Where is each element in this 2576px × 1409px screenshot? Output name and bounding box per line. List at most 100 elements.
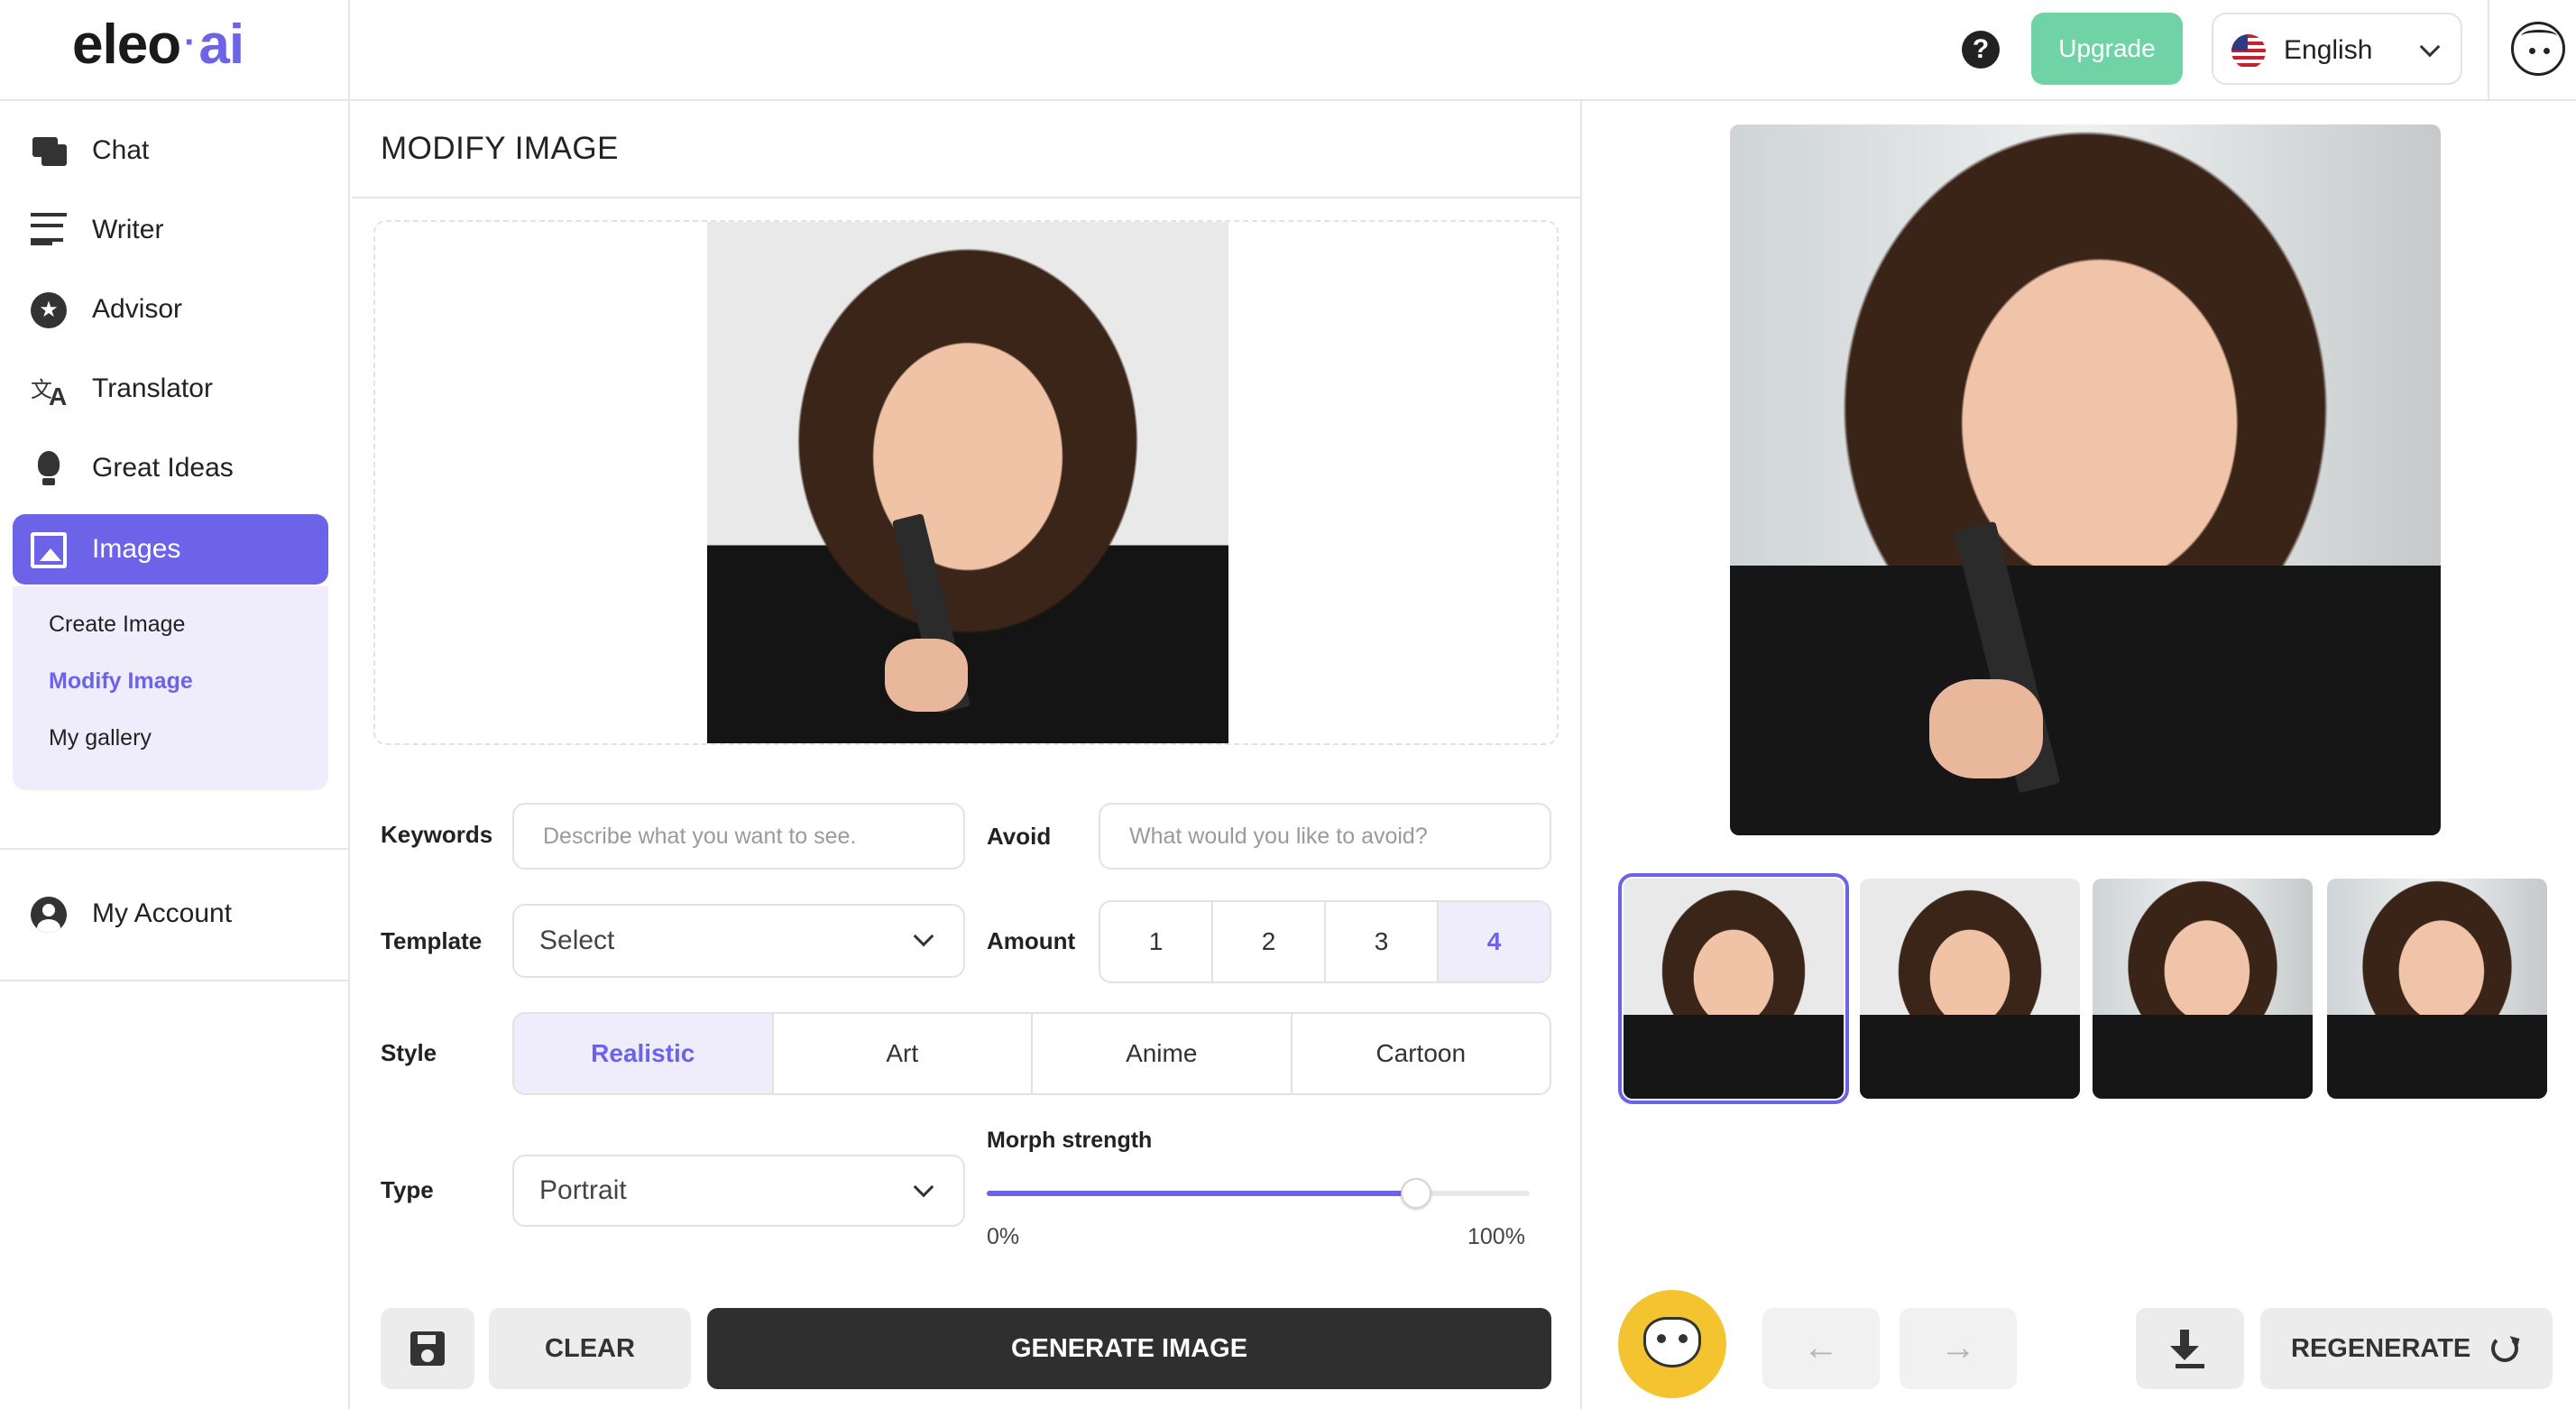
sidebar: Chat Writer Advisor Translator Great Ide… xyxy=(0,101,350,1409)
images-submenu: Create Image Modify Image My gallery xyxy=(13,586,328,790)
chat-icon xyxy=(31,134,67,170)
logo-area: eleo ·ai xyxy=(0,0,350,101)
sidebar-item-advisor[interactable]: Advisor xyxy=(13,274,328,345)
style-option[interactable]: Art xyxy=(774,1014,1033,1093)
clear-button[interactable]: CLEAR xyxy=(489,1308,691,1389)
amount-option[interactable]: 3 xyxy=(1326,902,1439,981)
submenu-modify-image[interactable]: Modify Image xyxy=(49,668,193,695)
amount-label: Amount xyxy=(987,927,1076,954)
sidebar-item-images[interactable]: Images xyxy=(13,514,328,585)
next-image-button[interactable]: → xyxy=(1900,1308,2017,1389)
hand xyxy=(1928,678,2043,778)
result-thumbnail-selected[interactable] xyxy=(1618,873,1849,1104)
shirt xyxy=(1730,565,2441,835)
morph-strength-label: Morph strength xyxy=(987,1128,1153,1153)
style-option[interactable]: Cartoon xyxy=(1293,1014,1550,1093)
sidebar-divider xyxy=(0,848,350,850)
download-icon xyxy=(2170,1330,2199,1360)
morph-strength-slider[interactable] xyxy=(987,1178,1530,1209)
regenerate-label: REGENERATE xyxy=(2291,1334,2471,1363)
lightbulb-icon xyxy=(31,451,67,487)
keywords-label: Keywords xyxy=(381,821,493,848)
logo-text: eleo xyxy=(72,14,181,76)
amount-option[interactable]: 1 xyxy=(1100,902,1213,981)
logo-ai: ai xyxy=(198,14,244,76)
sidebar-divider xyxy=(0,980,350,981)
style-option-selected[interactable]: Realistic xyxy=(514,1014,774,1093)
amount-selector: 1 2 3 4 xyxy=(1099,900,1551,983)
shirt xyxy=(2093,1015,2313,1099)
page-title: MODIFY IMAGE xyxy=(381,131,619,166)
hand xyxy=(884,639,968,713)
sidebar-item-label: Translator xyxy=(92,373,213,403)
logo-dot: · xyxy=(184,23,196,62)
slider-thumb[interactable] xyxy=(1400,1178,1431,1209)
writer-icon xyxy=(31,213,67,249)
sidebar-item-label: Writer xyxy=(92,215,164,244)
panel-divider xyxy=(1580,101,1582,1409)
account-icon xyxy=(31,897,67,933)
amount-option[interactable]: 2 xyxy=(1213,902,1326,981)
sidebar-item-label: Great Ideas xyxy=(92,453,234,483)
help-icon[interactable]: ? xyxy=(1962,31,2000,69)
sidebar-item-writer[interactable]: Writer xyxy=(13,195,328,265)
upgrade-button[interactable]: Upgrade xyxy=(2031,13,2183,85)
template-label: Template xyxy=(381,927,483,954)
source-image xyxy=(707,222,1228,743)
style-option[interactable]: Anime xyxy=(1033,1014,1293,1093)
sidebar-item-label: Chat xyxy=(92,135,150,165)
avoid-label: Avoid xyxy=(987,823,1052,850)
advisor-icon xyxy=(31,292,67,328)
submenu-create-image[interactable]: Create Image xyxy=(49,612,185,638)
result-thumbnail[interactable] xyxy=(2327,879,2547,1099)
result-image xyxy=(1730,124,2441,835)
sidebar-item-label: My Account xyxy=(92,898,233,928)
sidebar-item-great-ideas[interactable]: Great Ideas xyxy=(13,433,328,503)
download-icon-base xyxy=(2176,1364,2204,1368)
save-button[interactable] xyxy=(381,1308,474,1389)
save-icon xyxy=(410,1331,445,1366)
submenu-my-gallery[interactable]: My gallery xyxy=(49,725,152,751)
sidebar-item-label: Images xyxy=(92,534,181,564)
translator-icon xyxy=(31,372,67,411)
shirt xyxy=(1860,1015,2080,1099)
template-select[interactable]: Select xyxy=(512,904,965,978)
amount-option-selected[interactable]: 4 xyxy=(1439,902,1550,981)
sidebar-item-label: Advisor xyxy=(92,294,183,324)
assistant-owl-button[interactable] xyxy=(1618,1290,1726,1398)
previous-image-button[interactable]: ← xyxy=(1762,1308,1880,1389)
regenerate-button[interactable]: REGENERATE xyxy=(2260,1308,2553,1389)
chevron-down-icon xyxy=(913,1176,934,1198)
shirt xyxy=(1624,1015,1844,1099)
shirt xyxy=(2327,1015,2547,1099)
template-value: Select xyxy=(539,926,615,955)
owl-icon xyxy=(1643,1317,1701,1368)
sidebar-item-translator[interactable]: Translator xyxy=(13,354,328,424)
result-thumbnail[interactable] xyxy=(1860,879,2080,1099)
type-select[interactable]: Portrait xyxy=(512,1155,965,1227)
style-selector: Realistic Art Anime Cartoon xyxy=(512,1012,1551,1095)
avatar-hair xyxy=(2521,30,2557,42)
logo[interactable]: eleo ·ai xyxy=(72,13,244,77)
keywords-input[interactable]: Describe what you want to see. xyxy=(512,803,965,870)
slider-fill xyxy=(987,1191,1416,1196)
avatar-icon[interactable] xyxy=(2511,22,2565,76)
avatar-area xyxy=(2488,0,2576,101)
sidebar-item-chat[interactable]: Chat xyxy=(13,115,328,186)
chevron-down-icon xyxy=(2419,36,2441,58)
avoid-input[interactable]: What would you like to avoid? xyxy=(1099,803,1551,870)
page-header: MODIFY IMAGE xyxy=(352,101,1580,198)
language-label: English xyxy=(2284,35,2373,65)
refresh-icon xyxy=(2491,1335,2518,1362)
source-image-dropzone[interactable] xyxy=(373,220,1559,745)
sidebar-item-my-account[interactable]: My Account xyxy=(13,879,328,949)
slider-min-label: 0% xyxy=(987,1224,1020,1249)
language-select[interactable]: English xyxy=(2212,13,2462,85)
result-thumbnail[interactable] xyxy=(2093,879,2313,1099)
generate-image-button[interactable]: GENERATE IMAGE xyxy=(707,1308,1551,1389)
type-label: Type xyxy=(381,1176,434,1203)
download-button[interactable] xyxy=(2136,1308,2244,1389)
type-value: Portrait xyxy=(539,1175,627,1205)
app-root: eleo ·ai ? Upgrade English Chat Writer ★… xyxy=(0,0,2576,1409)
top-bar: eleo ·ai ? Upgrade English xyxy=(0,0,2576,101)
